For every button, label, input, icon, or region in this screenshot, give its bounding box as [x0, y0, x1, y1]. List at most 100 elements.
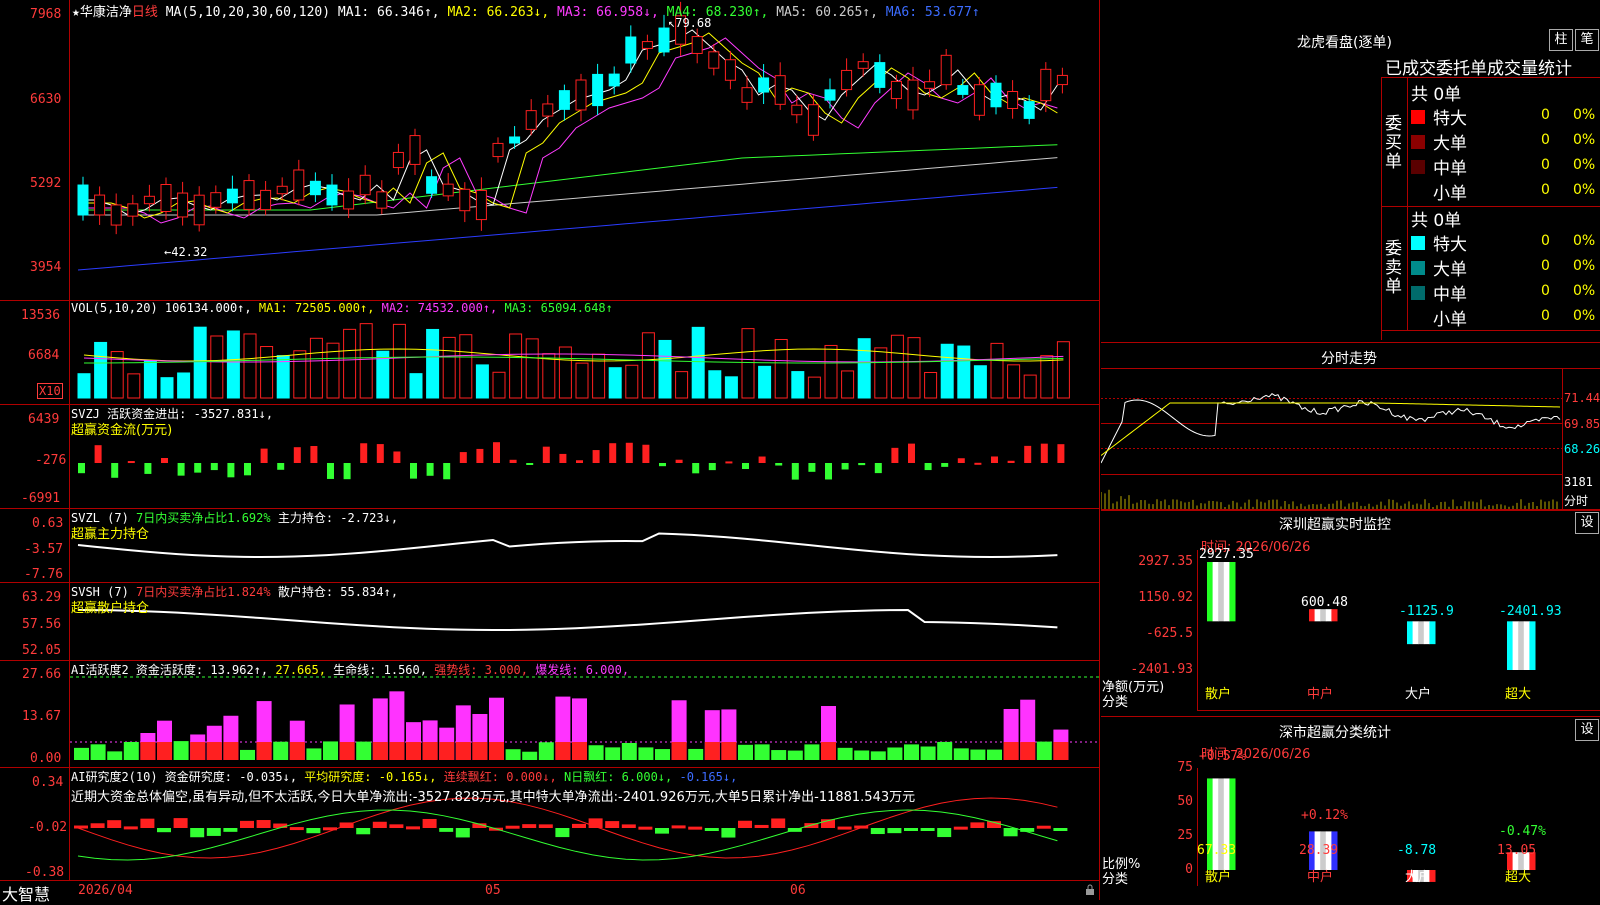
kline-chart-area[interactable] [0, 0, 1100, 900]
star-icon[interactable]: ★ [72, 5, 80, 20]
legend-item: MA5: 60.265↑, [768, 5, 878, 20]
order-row-n: 0 [1541, 233, 1550, 249]
svzj-bar [244, 463, 251, 476]
order-row-p: 0% [1573, 182, 1596, 198]
vol-unit-badge[interactable]: X10 [37, 383, 63, 399]
volume-bar [1007, 364, 1021, 399]
svzj-bar [758, 456, 766, 463]
candle-body [592, 73, 604, 107]
ai1-bar [323, 741, 338, 760]
high-price-label: ↖79.68 [668, 16, 712, 30]
bar-axis-label: 0 [1185, 862, 1193, 877]
order-row-name: 中单 [1433, 285, 1467, 305]
ai2-bar [738, 820, 752, 828]
lock-icon[interactable] [1085, 884, 1095, 896]
order-row-name: 大单 [1433, 134, 1467, 154]
category-label: 散户 [1205, 687, 1232, 702]
ai2-bar [107, 820, 122, 828]
candle-body [957, 85, 969, 95]
ai1-base [289, 742, 305, 760]
volume-bar [824, 344, 838, 399]
ai1-base [572, 742, 587, 760]
main-axis-1: 7968 [30, 7, 62, 22]
legend-item: 7日内买卖净占比1.824% [136, 585, 271, 599]
date-axis-m1: 05 [485, 883, 501, 898]
ai2-bar [621, 824, 636, 828]
legend-item: -0.165↓, [672, 770, 738, 784]
svzj-bar [177, 463, 185, 476]
candle-body [409, 135, 421, 165]
volume-bar [641, 332, 655, 399]
legend-item: MA6: 53.677↑ [877, 5, 980, 20]
candle-body [525, 110, 537, 130]
volume-bar [94, 341, 108, 399]
ai1-bar [356, 741, 372, 760]
svzj-bar [78, 463, 85, 474]
volume-bar [1040, 355, 1054, 399]
order-row-name: 小单 [1433, 310, 1467, 330]
svzj-bar [775, 463, 783, 466]
volume-bar [77, 373, 91, 399]
ai1-bar [887, 747, 903, 760]
candle-body [376, 191, 388, 209]
period-label[interactable]: 日线 [132, 5, 158, 20]
ai1-base [256, 742, 272, 760]
ai2-axis-1: 0.34 [32, 775, 64, 790]
svzj-bar [791, 463, 799, 480]
ai-research-bars [74, 797, 1068, 861]
volume-bar [442, 336, 456, 399]
ai2-bar [555, 828, 570, 838]
ai1-base [489, 742, 504, 760]
order-row-name: 特大 [1433, 109, 1467, 129]
candle-body [890, 80, 902, 100]
ai1-bar [74, 747, 89, 760]
bar-value-label: +0.57% [1199, 749, 1246, 764]
volume-bar [409, 373, 423, 399]
intraday-price-line [1101, 393, 1561, 464]
order-row-name: 大单 [1433, 260, 1467, 280]
candle-body [110, 204, 122, 226]
intraday-chart[interactable] [1101, 368, 1600, 510]
svzj-bar [924, 463, 932, 471]
ai1-base [372, 742, 388, 760]
bar-超大 [1507, 621, 1536, 670]
ai2-bar [123, 826, 138, 830]
ai1-bar [621, 742, 637, 760]
ai2-bar [920, 828, 935, 831]
ai1-bar [937, 741, 953, 760]
svzl-line [77, 532, 1058, 559]
legend-item: 强势线: 3.000, [426, 663, 529, 677]
candle-body [442, 183, 454, 197]
volume-bar [359, 323, 373, 399]
svzj-bar [692, 463, 700, 474]
ai2-bar [90, 823, 105, 828]
svsh-sub: 超赢散户持仓 [71, 601, 150, 616]
candle-body [492, 142, 504, 158]
ai2-bar [439, 828, 454, 832]
svzj-bar [260, 448, 268, 463]
brand-label[interactable]: 大智慧 [2, 881, 50, 905]
ai2-bar [887, 828, 902, 834]
volume-bar [807, 376, 821, 399]
candle-body [741, 87, 753, 103]
svzj-bar [1040, 443, 1048, 463]
svzj-bar [941, 463, 949, 467]
bar-value-label: +0.12% [1301, 808, 1348, 823]
ai2-bar [953, 826, 968, 830]
candle-body [343, 190, 355, 210]
svzl-axis-3: -7.76 [24, 567, 64, 582]
low-price-label: ←42.32 [164, 245, 208, 259]
candle-body [608, 73, 620, 87]
vol-axis-1: 13536 [21, 308, 61, 323]
legend-item: 106134.000↑, [157, 301, 252, 315]
ai1-bar [837, 747, 853, 760]
candle-body [924, 81, 936, 89]
ai1-bar [870, 751, 886, 760]
ai2-bar [688, 826, 703, 830]
legend-item: AI研究度2(10) 资金研究度: -0.035↓, [71, 770, 298, 784]
volume-bar [542, 353, 556, 399]
ai1-base [455, 742, 471, 760]
ai2-bar [904, 828, 918, 831]
candle-body [542, 103, 554, 117]
ai1-bar [854, 750, 870, 760]
